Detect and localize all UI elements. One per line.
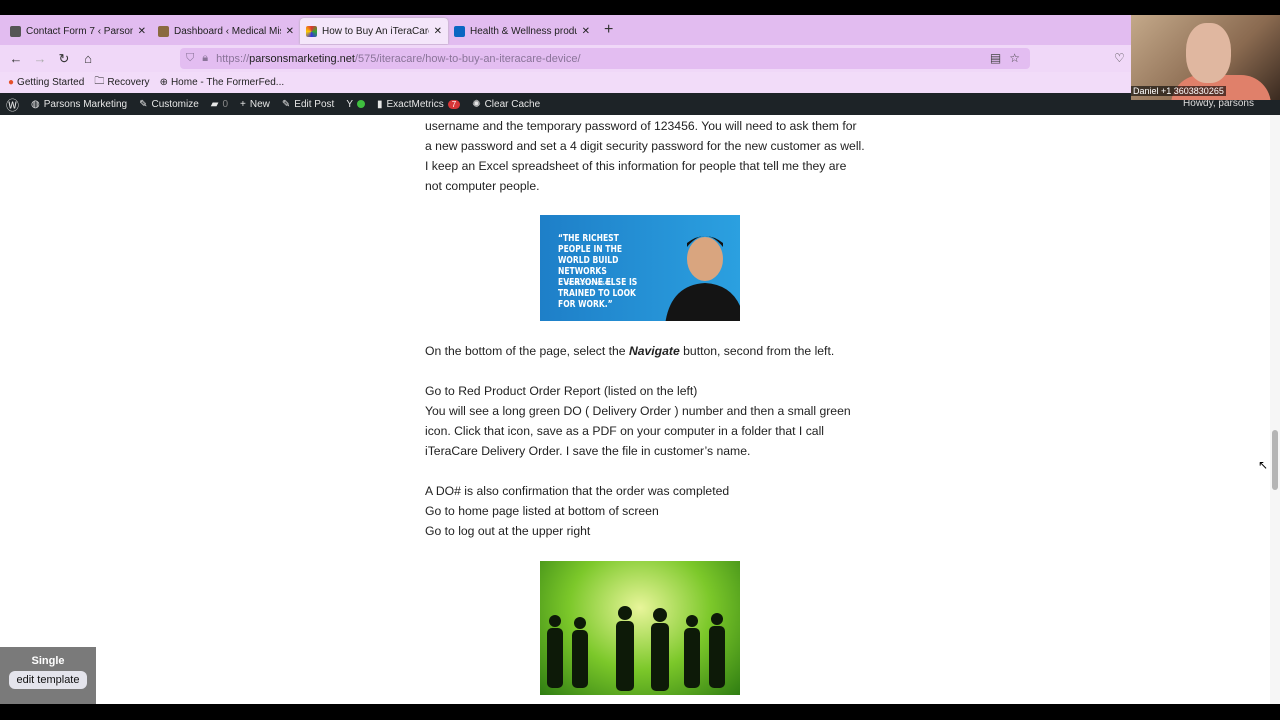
dashboard-icon: ◍ — [31, 98, 40, 110]
brush-icon: ✎ — [139, 98, 148, 110]
home-icon[interactable]: ⌂ — [76, 51, 100, 66]
wordpress-logo-icon[interactable]: Ⓦ — [6, 95, 19, 114]
mouse-cursor-icon: ↖ — [1258, 458, 1269, 472]
close-tab-icon[interactable]: ✕ — [582, 26, 590, 37]
new-tab-button[interactable]: + — [604, 21, 613, 39]
tab-dashboard[interactable]: Dashboard ‹ Medical Missio✕ — [152, 18, 300, 44]
tab-contact-form[interactable]: Contact Form 7 ‹ Parsons M✕ — [4, 18, 152, 44]
grid-favicon-icon — [306, 25, 317, 37]
notification-badge: 7 — [447, 99, 461, 109]
screen-top-border — [0, 0, 1280, 15]
cache-icon: ✺ — [472, 98, 481, 110]
wp-admin-bar: Ⓦ ◍ Parsons Marketing ✎ Customize ▰ 0 + New … — [0, 93, 1280, 115]
template-widget: Single edit template — [0, 647, 96, 704]
close-tab-icon[interactable]: ✕ — [434, 26, 442, 37]
lock-icon: 🔒︎ — [202, 52, 209, 64]
article-paragraph: Go to Red Product Order Report (listed o… — [425, 384, 851, 458]
article-paragraph: A DO# is also confirmation that the orde… — [425, 484, 730, 538]
admin-clear-cache-link[interactable]: ✺ Clear Cache — [472, 99, 540, 110]
bookmark-star-icon[interactable]: ☆ — [1009, 51, 1020, 65]
close-tab-icon[interactable]: ✕ — [286, 26, 294, 37]
bar-chart-icon: ▮ — [376, 98, 383, 110]
tab-health-wellness[interactable]: Health & Wellness product ✕ — [448, 18, 596, 44]
tab-how-to-buy[interactable]: How to Buy An iTeraCare D✕ — [300, 18, 448, 44]
site-favicon-icon — [158, 25, 169, 37]
bookmark-getting-started[interactable]: ● Getting Started — [8, 77, 84, 88]
article-paragraph: username and the temporary password of 1… — [425, 119, 865, 193]
bookmark-home-formerfed[interactable]: ⊕ Home - The FormerFed... — [160, 77, 285, 88]
close-tab-icon[interactable]: ✕ — [138, 26, 146, 37]
admin-customize-link[interactable]: ✎ Customize — [139, 99, 199, 110]
admin-site-link[interactable]: ◍ Parsons Marketing — [31, 99, 127, 110]
yoast-icon: Y — [346, 98, 353, 110]
forward-icon[interactable]: → — [28, 51, 52, 66]
page-content: username and the temporary password of 1… — [0, 115, 1280, 704]
admin-new-link[interactable]: + New — [240, 99, 270, 110]
tab-bar: Contact Form 7 ‹ Parsons M✕ Dashboard ‹ … — [0, 15, 1280, 45]
webcam-label: Daniel +1 3603830265 — [1131, 86, 1226, 96]
screen-bottom-border — [0, 704, 1280, 720]
webcam-overlay: Daniel +1 3603830265 — [1131, 15, 1280, 100]
reader-view-icon[interactable]: ▤ — [990, 51, 1001, 65]
article-paragraph: On the bottom of the page, select the Na… — [425, 344, 835, 358]
edit-template-button[interactable]: edit template — [8, 671, 88, 689]
folder-icon: 🗀 — [94, 76, 105, 87]
admin-exactmetrics-link[interactable]: ▮ ExactMetrics 7 — [376, 98, 461, 110]
person-photo — [665, 236, 740, 321]
yoast-seo-link[interactable]: Y — [346, 99, 365, 110]
firefox-icon: ● — [8, 77, 15, 88]
pencil-icon: ✎ — [281, 98, 291, 110]
reload-icon[interactable]: ↻ — [52, 51, 76, 67]
person-face — [1186, 23, 1231, 83]
kiyosaki-quote-image: “THE RICHEST PEOPLE IN THE WORLD BUILD N… — [540, 215, 740, 321]
admin-comments-link[interactable]: ▰ 0 — [211, 99, 228, 110]
business-networking-image — [540, 561, 740, 695]
bookmark-recovery[interactable]: 🗀 Recovery — [94, 74, 149, 91]
pocket-icon[interactable]: ♡ — [1114, 51, 1125, 65]
megaphone-icon — [10, 25, 21, 37]
shield-icon: ⛉ — [186, 52, 195, 64]
linkedin-icon — [454, 25, 465, 37]
silhouettes-illustration — [547, 606, 725, 691]
scrollbar-thumb[interactable] — [1272, 430, 1278, 490]
vertical-scrollbar[interactable] — [1270, 115, 1280, 704]
seo-status-dot — [356, 100, 365, 108]
url-text: https://parsonsmarketing.net/575/iteraca… — [216, 52, 581, 65]
back-icon[interactable]: ← — [4, 51, 28, 66]
url-bar[interactable]: ⛉ 🔒︎ https://parsonsmarketing.net/575/ite… — [180, 48, 1030, 69]
globe-icon: ⊕ — [159, 77, 168, 88]
navigation-bar: ← → ↻ ⌂ ⛉ 🔒︎ https://parsonsmarketing.net… — [0, 45, 1280, 72]
admin-edit-post-link[interactable]: ✎ Edit Post — [282, 99, 334, 110]
comment-icon: ▰ — [210, 98, 219, 110]
plus-icon: + — [240, 98, 246, 110]
bookmarks-bar: ● Getting Started 🗀 Recovery ⊕ Home - The F… — [0, 72, 1280, 93]
